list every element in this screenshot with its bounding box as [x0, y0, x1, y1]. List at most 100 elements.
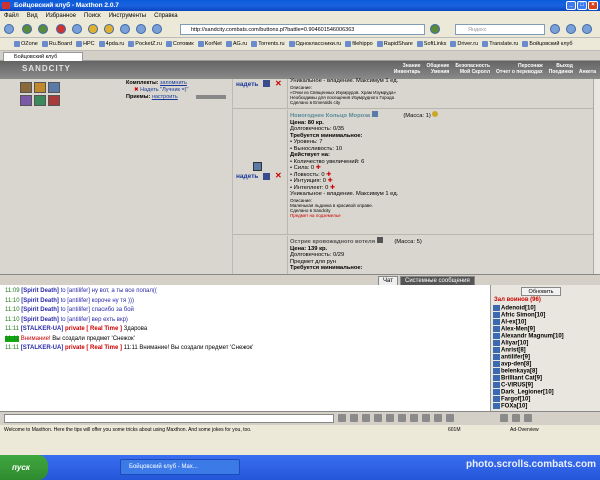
favorites-icon[interactable] [104, 24, 114, 34]
bookmark-item[interactable]: filehippo [345, 38, 373, 50]
bookmark-item[interactable]: НРС [76, 38, 95, 50]
tools-icon[interactable] [136, 24, 146, 34]
forward-icon[interactable] [38, 24, 48, 34]
chat-sender[interactable]: [Spirit Death] [21, 317, 59, 323]
menu-search[interactable]: Поиск [84, 11, 101, 21]
group-icon[interactable] [152, 24, 162, 34]
clear-icon[interactable] [362, 414, 370, 422]
info-icon[interactable] [376, 237, 383, 243]
game-menu-item[interactable]: Умения [426, 69, 449, 75]
help-icon[interactable] [446, 414, 454, 422]
user-item[interactable]: Alex-Men[9] [493, 326, 535, 333]
user-item[interactable]: Dark_Legioner[10] [493, 389, 554, 396]
user-item[interactable]: Afric Simon[10] [493, 312, 545, 319]
user-item[interactable]: Fargof[10] [493, 396, 530, 403]
plus-icon[interactable]: ✚ [330, 185, 335, 191]
new-tab-icon[interactable] [4, 24, 14, 34]
user-item[interactable]: FOXa[10] [493, 403, 527, 410]
chat-sender[interactable]: [STALKER-UA] [21, 326, 64, 332]
user-item[interactable]: Al-ex[10] [493, 319, 526, 326]
bookmark-item[interactable]: RapidShare [376, 38, 413, 50]
chat-sender[interactable]: [Spirit Death] [21, 307, 59, 313]
search-input[interactable]: Яндекс [455, 24, 545, 35]
inventory-scrollbar[interactable] [593, 79, 600, 274]
filter-icon[interactable] [374, 414, 382, 422]
ability-slot[interactable] [20, 95, 32, 106]
taskbar-item[interactable]: Бойцовский клуб - Max... [120, 459, 240, 475]
configure-skills-link[interactable]: настроить [152, 94, 178, 100]
user-item[interactable]: Brilliant Cat[9] [493, 375, 542, 382]
info-icon[interactable] [371, 111, 378, 117]
ability-slot[interactable] [48, 82, 60, 93]
refresh-button[interactable]: Обновить [521, 287, 561, 296]
ability-slot[interactable] [34, 82, 46, 93]
address-input[interactable]: http://sandcity.combats.com/buttons.pl?b… [180, 24, 425, 35]
bookmark-item[interactable]: PocketZ.ru [128, 38, 162, 50]
equip-set-link[interactable]: Надеть "Лучник =)" [140, 87, 188, 93]
bookmark-item[interactable]: KorNet [197, 38, 222, 50]
close-button[interactable]: × [588, 1, 598, 10]
equip-link[interactable]: надеть [236, 81, 258, 88]
game-menu-item[interactable]: Поединки [549, 69, 573, 75]
find-icon[interactable] [524, 414, 532, 422]
adblock-indicator[interactable]: Ad-Overview [510, 425, 539, 435]
menu-file[interactable]: Файл [4, 11, 19, 21]
settings-icon[interactable] [386, 414, 394, 422]
stop-icon[interactable] [56, 24, 66, 34]
user-item[interactable]: C-VIRUS[9] [493, 382, 533, 389]
game-menu-item[interactable]: Инвентарь [394, 69, 421, 75]
chat-sender[interactable]: [STALKER-UA] [21, 345, 64, 351]
bookmark-item[interactable]: Одноклассники.ru [288, 38, 341, 50]
menu-help[interactable]: Справка [154, 11, 178, 21]
minimize-button[interactable]: _ [566, 1, 576, 10]
menu-tools[interactable]: Инструменты [109, 11, 146, 21]
ability-slot[interactable] [20, 82, 32, 93]
delete-icon[interactable]: ✕ [275, 171, 282, 180]
bookmark-item[interactable]: Ru.Board [41, 38, 72, 50]
user-item[interactable]: antilifer[9] [493, 354, 530, 361]
chat-input[interactable] [4, 414, 334, 423]
users-filter-icon[interactable] [500, 414, 508, 422]
user-item[interactable]: Anrist[8] [493, 347, 526, 354]
user-item[interactable]: Adenoid[10] [493, 305, 536, 312]
equip-link[interactable]: надеть [236, 173, 258, 180]
bookmark-item[interactable]: Torrents.ru [251, 38, 285, 50]
transfer-icon[interactable] [263, 173, 270, 180]
scroll-icon[interactable] [422, 414, 430, 422]
user-item[interactable]: Alexandr Magnum[10] [493, 333, 564, 340]
translit-icon[interactable] [398, 414, 406, 422]
game-menu-item[interactable]: Отчет о переводах [496, 69, 543, 75]
game-menu-item[interactable]: Анкета [579, 69, 596, 75]
game-menu-item[interactable]: Мой Скролл [455, 69, 490, 75]
chat-sender[interactable]: [Spirit Death] [21, 298, 59, 304]
plus-icon[interactable]: ✚ [316, 165, 321, 171]
menu-view[interactable]: Вид [27, 11, 38, 21]
plus-icon[interactable]: ✚ [328, 178, 333, 184]
smile-icon[interactable] [350, 414, 358, 422]
maximize-button[interactable]: □ [577, 1, 587, 10]
sound-icon[interactable] [410, 414, 418, 422]
bookmark-item[interactable]: OZone [14, 38, 38, 50]
zoom-icon[interactable] [566, 24, 576, 34]
user-item[interactable]: Aliyar[10] [493, 340, 528, 347]
transfer-icon[interactable] [263, 80, 270, 87]
bookmark-item[interactable]: Бойцовский клуб [522, 38, 573, 50]
ability-slot[interactable] [34, 95, 46, 106]
bookmark-item[interactable]: AG.ru [225, 38, 247, 50]
refresh-icon[interactable] [72, 24, 82, 34]
go-icon[interactable] [430, 24, 440, 34]
send-icon[interactable] [338, 414, 346, 422]
bookmark-item[interactable]: 4pda.ru [98, 38, 124, 50]
bookmark-item[interactable]: SoftLinks [416, 38, 446, 50]
plus-icon[interactable]: ✚ [326, 172, 331, 178]
bookmark-item[interactable]: Translate.ru [482, 38, 518, 50]
sort-icon[interactable] [512, 414, 520, 422]
user-item[interactable]: avp-den[8] [493, 361, 531, 368]
search-icon[interactable] [120, 24, 130, 34]
start-button[interactable]: пуск [0, 455, 48, 480]
bookmark-item[interactable]: Сотовик [165, 38, 194, 50]
log-icon[interactable] [434, 414, 442, 422]
remember-set-link[interactable]: запомнить [160, 80, 187, 86]
bookmark-item[interactable]: Driver.ru [450, 38, 478, 50]
chat-sender[interactable]: [Spirit Death] [21, 288, 59, 294]
